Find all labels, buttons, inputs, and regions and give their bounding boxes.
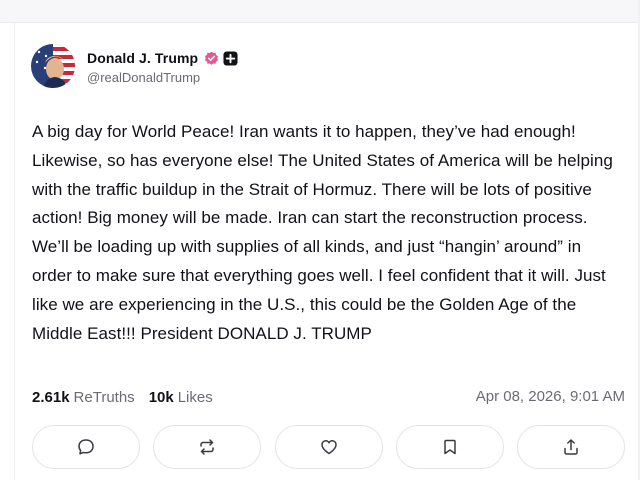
- author-name-row: Donald J. Trump: [87, 49, 238, 67]
- share-icon: [564, 439, 578, 455]
- author-handle[interactable]: @realDonaldTrump: [87, 70, 200, 85]
- action-bar: [32, 425, 625, 469]
- bookmark-icon: [444, 439, 456, 455]
- retruths-label[interactable]: ReTruths: [74, 389, 135, 406]
- reply-icon: [78, 439, 94, 455]
- author-name[interactable]: Donald J. Trump: [87, 50, 198, 66]
- post-stats: 2.61k ReTruths 10k Likes Apr 08, 2026, 9…: [32, 387, 625, 407]
- retruth-button[interactable]: [153, 425, 262, 469]
- post-timestamp[interactable]: Apr 08, 2026, 9:01 AM: [476, 388, 625, 405]
- verified-badge-icon: [204, 51, 219, 66]
- avatar[interactable]: [31, 44, 75, 88]
- avatar-image: [31, 44, 75, 88]
- bookmark-button[interactable]: [395, 425, 504, 469]
- post-header: Donald J. Trump @realDonaldTrump: [31, 41, 591, 93]
- likes-count[interactable]: 10k: [149, 389, 174, 406]
- plus-badge-icon: [223, 50, 238, 66]
- post-text: A big day for World Peace! Iran wants it…: [32, 122, 613, 343]
- reply-button[interactable]: [32, 425, 140, 469]
- like-button[interactable]: [274, 425, 383, 469]
- retruths-count[interactable]: 2.61k: [32, 389, 70, 406]
- share-button[interactable]: [517, 425, 625, 469]
- likes-label[interactable]: Likes: [178, 389, 213, 406]
- like-heart-icon: [320, 440, 337, 455]
- post-card: Donald J. Trump @realDonaldTrump A big d…: [15, 23, 638, 480]
- retruth-icon: [200, 439, 214, 455]
- top-bar: [0, 0, 640, 23]
